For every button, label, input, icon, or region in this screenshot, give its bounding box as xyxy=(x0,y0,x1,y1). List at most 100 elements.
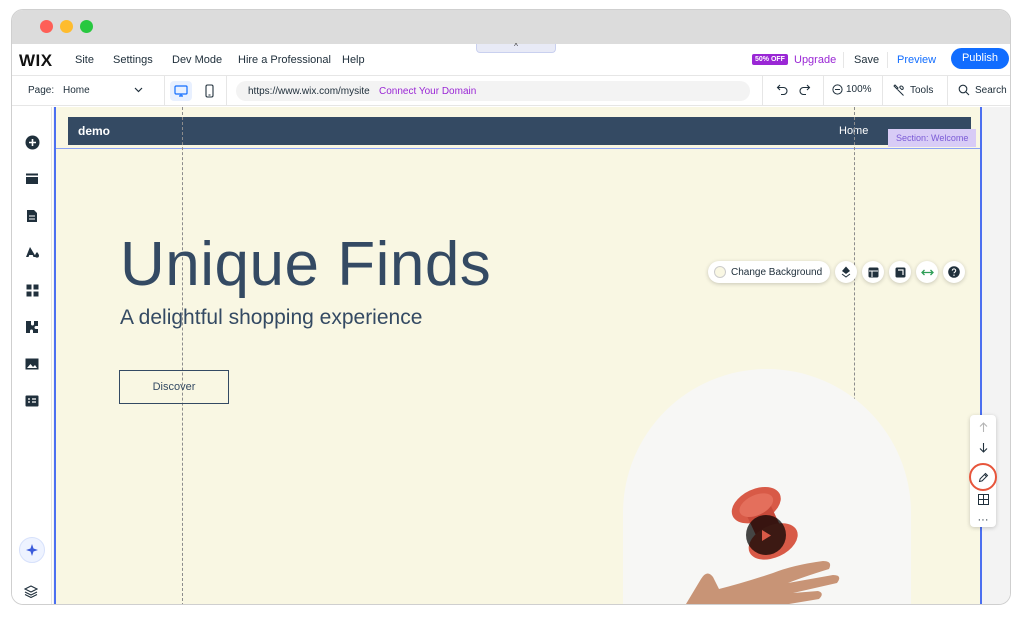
left-sidebar xyxy=(12,107,52,604)
site-logo[interactable]: demo xyxy=(78,124,110,138)
media-icon xyxy=(25,358,39,370)
layout-guide-left xyxy=(182,107,183,604)
stretch-icon xyxy=(920,269,934,275)
window-titlebar xyxy=(12,10,1010,44)
search-button[interactable]: Search xyxy=(958,84,1007,96)
promo-badge: 50% OFF xyxy=(752,54,788,65)
design-button[interactable] xyxy=(24,245,40,261)
section-context-toolbar: Change Background xyxy=(708,261,966,283)
page-label: Page: xyxy=(28,85,55,96)
maximize-window-button[interactable] xyxy=(80,20,93,33)
tools-label: Tools xyxy=(910,84,934,96)
connect-domain-link[interactable]: Connect Your Domain xyxy=(379,86,476,97)
apps-button[interactable] xyxy=(24,282,40,298)
apps-icon xyxy=(26,284,38,296)
undo-icon xyxy=(776,84,788,96)
divider xyxy=(823,76,824,106)
animation-icon xyxy=(841,266,851,278)
divider xyxy=(882,76,883,106)
save-button[interactable]: Save xyxy=(854,54,879,66)
play-icon xyxy=(762,529,771,541)
layers-button[interactable] xyxy=(23,585,39,603)
hero-subtitle[interactable]: A delightful shopping experience xyxy=(120,306,422,330)
discover-button[interactable]: Discover xyxy=(119,370,229,404)
cms-button[interactable] xyxy=(24,393,40,409)
add-elements-button[interactable] xyxy=(24,134,40,150)
site-header[interactable]: demo Home xyxy=(68,117,971,145)
edit-section-button[interactable] xyxy=(970,467,996,487)
move-section-down-button[interactable] xyxy=(970,437,996,457)
divider xyxy=(887,52,888,68)
site-page[interactable]: demo Home Section: Welcome Unique Finds … xyxy=(54,107,982,604)
business-apps-button[interactable] xyxy=(24,319,40,335)
play-video-button[interactable] xyxy=(746,515,786,555)
design-icon xyxy=(25,247,39,258)
pages-icon xyxy=(27,210,37,222)
divider xyxy=(164,76,165,106)
menu-help[interactable]: Help xyxy=(342,54,365,66)
add-section-button[interactable] xyxy=(24,171,40,187)
redo-button[interactable] xyxy=(798,82,811,98)
search-label: Search xyxy=(975,84,1007,96)
sparkle-icon xyxy=(26,544,38,556)
editor-canvas: demo Home Section: Welcome Unique Finds … xyxy=(53,107,1010,604)
menu-hire-professional[interactable]: Hire a Professional xyxy=(238,54,331,66)
background-swatch xyxy=(714,266,726,278)
arrow-down-icon xyxy=(979,442,987,453)
crop-icon xyxy=(895,267,906,277)
change-background-button[interactable]: Change Background xyxy=(708,261,831,283)
section-actions-panel: ··· xyxy=(969,415,997,530)
site-url: https://www.wix.com/mysite xyxy=(248,86,370,97)
more-actions-button[interactable]: ··· xyxy=(970,510,996,530)
upgrade-link[interactable]: Upgrade xyxy=(794,54,836,66)
site-url-bar[interactable]: https://www.wix.com/mysite Connect Your … xyxy=(236,81,750,101)
collapse-top-bar-button[interactable]: ^ xyxy=(476,42,556,53)
publish-button[interactable]: Publish xyxy=(951,48,1009,69)
move-section-up-button[interactable] xyxy=(970,417,996,437)
ai-assistant-button[interactable] xyxy=(19,537,45,563)
preview-button[interactable]: Preview xyxy=(897,54,936,66)
section-label[interactable]: Section: Welcome xyxy=(888,129,977,147)
close-window-button[interactable] xyxy=(40,20,53,33)
section-boundary xyxy=(56,148,980,149)
help-button[interactable] xyxy=(943,261,966,283)
grid-layout-icon xyxy=(977,493,989,505)
hero-title[interactable]: Unique Finds xyxy=(120,229,491,300)
page-selector[interactable]: Home xyxy=(63,85,90,96)
browser-window: WIX Site Settings Dev Mode Hire a Profes… xyxy=(11,9,1011,605)
divider xyxy=(226,76,227,106)
media-button[interactable] xyxy=(24,356,40,372)
desktop-view-button[interactable] xyxy=(170,81,192,101)
add-icon xyxy=(25,135,39,149)
crop-button[interactable] xyxy=(889,261,912,283)
pages-button[interactable] xyxy=(24,208,40,224)
undo-button[interactable] xyxy=(776,82,789,98)
hero-video-frame[interactable] xyxy=(623,369,911,604)
animation-button[interactable] xyxy=(835,261,858,283)
business-apps-icon xyxy=(26,321,38,333)
zoom-out-icon xyxy=(832,84,843,95)
menu-settings[interactable]: Settings xyxy=(113,54,153,66)
divider xyxy=(843,52,844,68)
editor-toolbar: Page: Home https://www.wix.com/mysite Co… xyxy=(12,76,1010,106)
minimize-window-button[interactable] xyxy=(60,20,73,33)
layout-button[interactable] xyxy=(862,261,885,283)
stretch-button[interactable] xyxy=(916,261,939,283)
help-icon xyxy=(948,266,960,278)
editor-top-bar: WIX Site Settings Dev Mode Hire a Profes… xyxy=(12,42,1010,76)
search-icon xyxy=(958,84,970,96)
divider xyxy=(947,76,948,106)
menu-site[interactable]: Site xyxy=(75,54,94,66)
tools-button[interactable]: Tools xyxy=(893,84,933,96)
divider xyxy=(762,76,763,106)
mobile-view-button[interactable] xyxy=(200,81,218,101)
hand-image xyxy=(686,561,840,604)
menu-dev-mode[interactable]: Dev Mode xyxy=(172,54,222,66)
redo-icon xyxy=(799,84,811,96)
chevron-down-icon[interactable] xyxy=(134,85,143,95)
cms-icon xyxy=(25,395,39,407)
zoom-level: 100% xyxy=(846,84,872,95)
chevron-up-icon: ^ xyxy=(514,42,518,51)
section-layout-button[interactable] xyxy=(970,489,996,509)
zoom-control[interactable]: 100% xyxy=(832,84,872,95)
